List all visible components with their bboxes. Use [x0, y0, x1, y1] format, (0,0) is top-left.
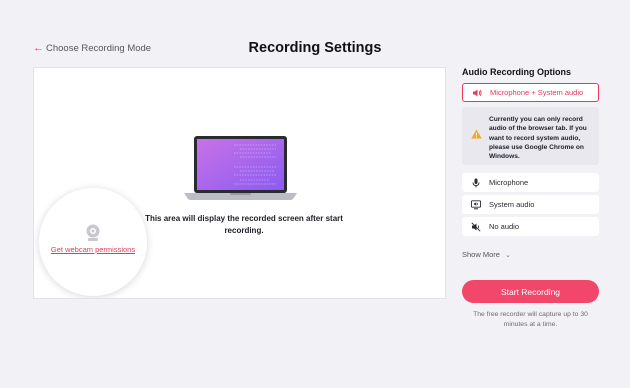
- browser-audio-warning: Currently you can only record audio of t…: [462, 107, 599, 165]
- option-label: No audio: [489, 222, 520, 231]
- option-no-audio[interactable]: No audio: [462, 217, 599, 236]
- recording-preview-area: This area will display the recorded scre…: [33, 67, 446, 299]
- recording-limit-note: The free recorder will capture up to 30 …: [473, 311, 588, 328]
- webcam-permissions-link[interactable]: Get webcam permissions: [39, 245, 147, 254]
- start-recording-button[interactable]: Start Recording: [462, 280, 599, 303]
- warning-text: Currently you can only record audio of t…: [489, 116, 587, 161]
- option-microphone[interactable]: Microphone: [462, 173, 599, 192]
- page-title: Recording Settings: [248, 40, 382, 56]
- speaker-icon: [472, 88, 482, 98]
- mute-icon: [471, 221, 481, 232]
- warning-icon: [471, 129, 482, 139]
- option-system-audio[interactable]: System audio: [462, 195, 599, 214]
- laptop-icon: [184, 136, 297, 200]
- audio-options-title: Audio Recording Options: [462, 67, 571, 77]
- audio-options-panel: Audio Recording Options Microphone + Sys…: [462, 67, 599, 328]
- monitor-speaker-icon: [471, 199, 481, 210]
- microphone-icon: [471, 178, 481, 188]
- show-more-toggle[interactable]: Show More ⌄: [462, 250, 511, 259]
- preview-placeholder-text: This area will display the recorded scre…: [145, 214, 343, 235]
- webcam-preview-circle: Get webcam permissions: [39, 188, 147, 296]
- option-microphone-system-audio[interactable]: Microphone + System audio: [462, 83, 599, 102]
- show-more-label: Show More: [462, 250, 500, 259]
- option-label: Microphone: [489, 178, 529, 187]
- webcam-icon: [86, 224, 100, 241]
- option-label: Microphone + System audio: [490, 88, 584, 97]
- option-label: System audio: [489, 200, 535, 209]
- chevron-down-icon: ⌄: [504, 251, 511, 259]
